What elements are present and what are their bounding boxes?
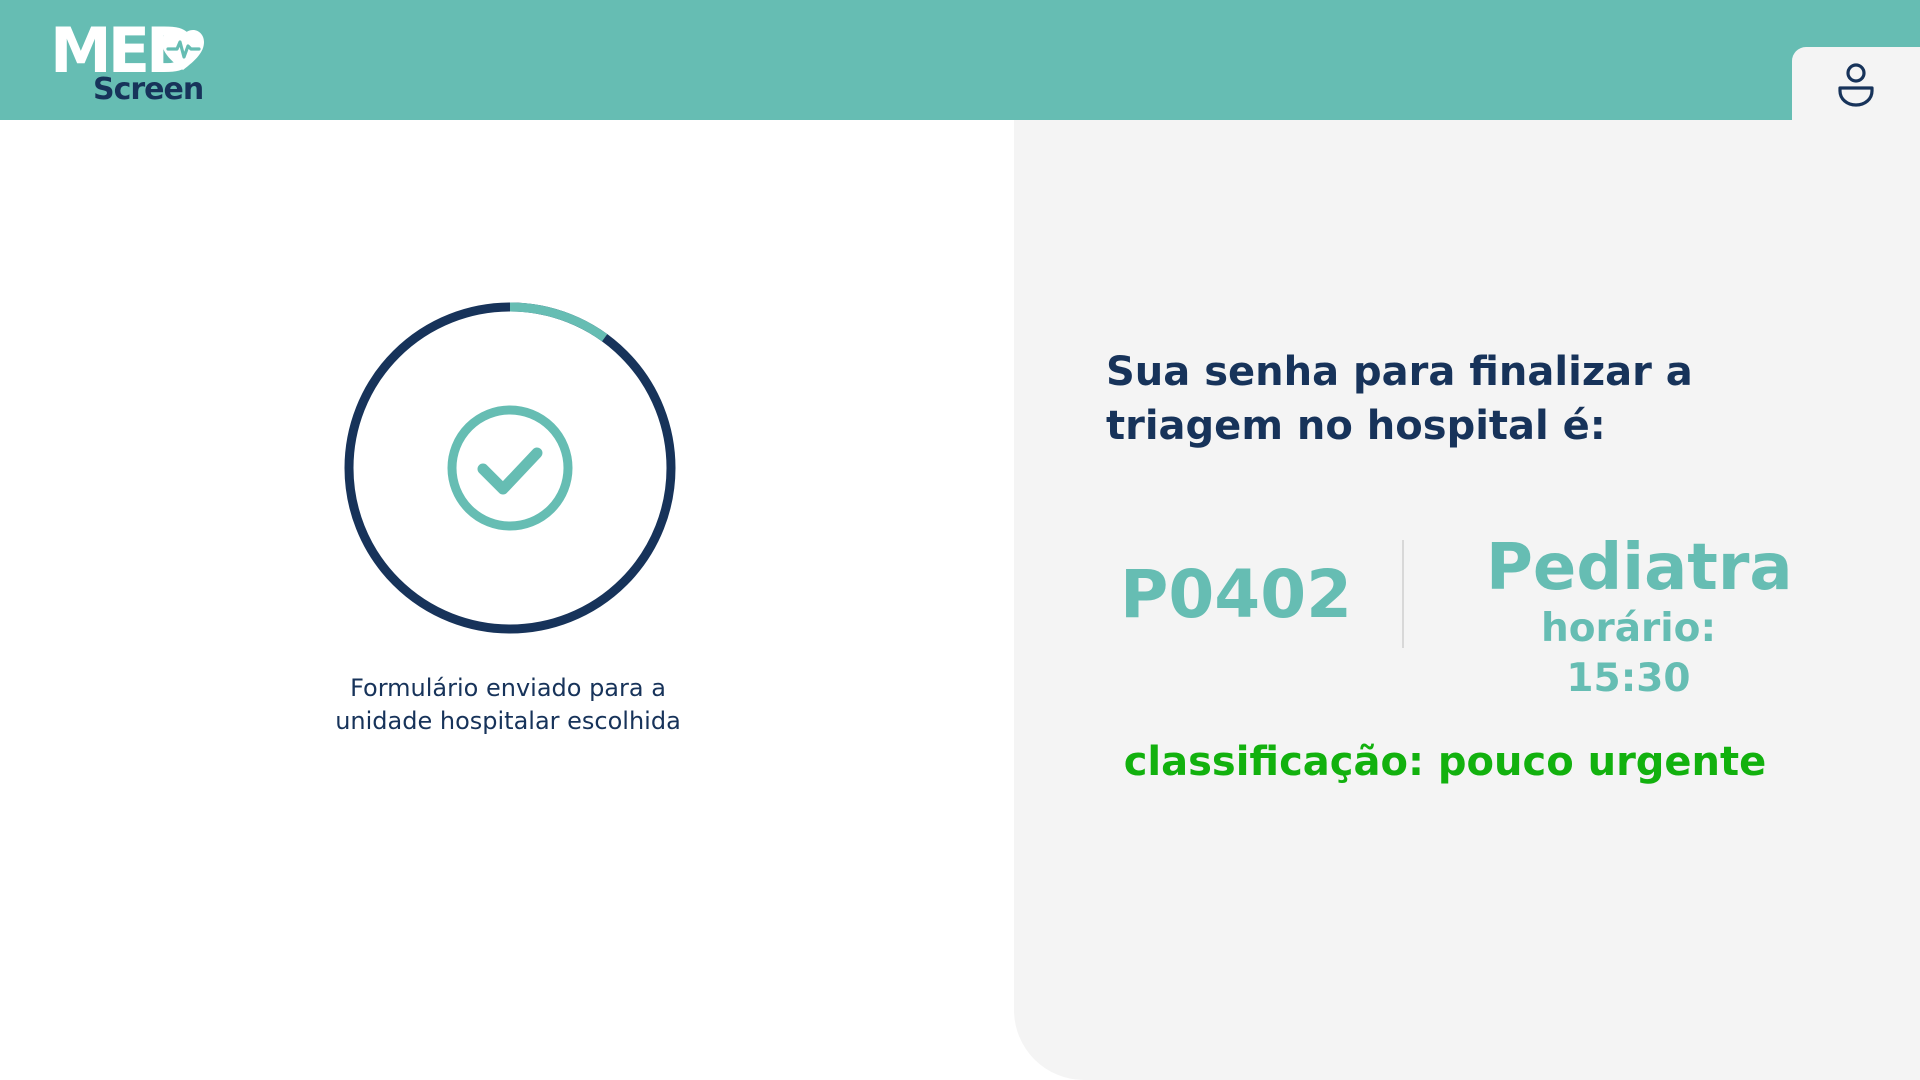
urgency-classification: classificação: pouco urgente xyxy=(1123,739,1767,785)
user-icon xyxy=(1838,62,1874,107)
check-circle-icon xyxy=(447,405,573,531)
submission-status-text: Formulário enviado para a unidade hospit… xyxy=(335,674,681,735)
progress-ring-accent xyxy=(509,302,608,342)
app-header: MED Screen xyxy=(0,0,1920,120)
logo-screen-text: Screen xyxy=(93,72,204,107)
ticket-code: P0402 xyxy=(1120,556,1353,633)
medscreen-logo[interactable]: MED Screen xyxy=(50,20,210,108)
triage-confirmation-page: MED Screen Formulário enviado para a uni… xyxy=(0,0,1920,1080)
user-profile-button[interactable] xyxy=(1792,47,1920,120)
heart-pulse-icon xyxy=(162,30,204,70)
ticket-divider xyxy=(1402,540,1404,648)
progress-ring xyxy=(344,302,676,634)
ticket-instruction: Sua senha para finalizar a triagem no ho… xyxy=(1106,349,1693,449)
appointment-time: horário: 15:30 xyxy=(1540,606,1717,701)
specialty-label: Pediatra xyxy=(1486,531,1793,605)
progress-ring-track xyxy=(344,302,676,634)
